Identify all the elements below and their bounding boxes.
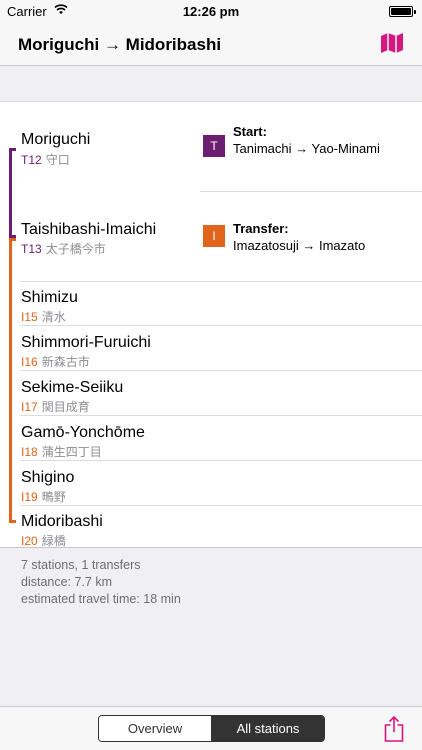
station-code: I18 蒲生四丁目 [21,443,102,460]
station-row[interactable]: Gamō-Yonchōme I18 蒲生四丁目 [0,416,422,461]
station-name: Sekime-Seiiku [21,379,124,396]
station-number: T12 [21,153,42,167]
summary-stations: 7 stations, 1 transfers [21,558,141,572]
station-kanji: 太子橋今市 [45,242,106,256]
station-code: T12 守口 [21,151,70,168]
start-note-text: Tanimachi → Yao-Minami [233,141,380,156]
navigation-bar: Moriguchi → Midoribashi [0,22,422,66]
status-bar: Carrier 12:26 pm [0,0,422,22]
station-name: Taishibashi-Imaichi [21,221,157,238]
station-row[interactable]: Shimmori-Furuichi I16 新森古市 [0,326,422,371]
station-number: I17 [21,400,38,414]
share-icon[interactable] [384,716,404,742]
route-summary: 7 stations, 1 transfers distance: 7.7 km… [21,557,181,608]
station-code: I16 新森古市 [21,353,90,370]
station-name: Shimizu [21,289,78,306]
start-note: Start: Tanimachi → Yao-Minami [233,123,383,157]
station-row[interactable]: Taishibashi-Imaichi T13 太子橋今市 I Transfer:… [0,192,422,282]
battery-icon [389,6,416,17]
summary-distance: distance: 7.7 km [21,575,113,589]
station-list: Moriguchi T12 守口 T Start: Tanimachi → Yao… [0,101,422,548]
view-segmented-control: Overview All stations [98,715,325,742]
start-line-badge: T [203,135,225,157]
station-name: Shimmori-Furuichi [21,334,151,351]
bottom-toolbar: Overview All stations [0,706,422,750]
transfer-note-text: Imazatosuji → Imazato [233,238,366,253]
station-name: Moriguchi [21,131,91,148]
station-code: T13 太子橋今市 [21,240,106,257]
station-number: I15 [21,310,38,324]
start-note-title: Start: [233,124,267,139]
station-kanji: 鴫野 [41,490,66,504]
station-number: I19 [21,490,38,504]
station-name: Gamō-Yonchōme [21,424,145,441]
station-kanji: 清水 [41,310,66,324]
station-number: I16 [21,355,38,369]
transfer-note-title: Transfer: [233,221,289,236]
station-kanji: 守口 [45,153,70,167]
station-kanji: 関目成育 [41,400,90,414]
overview-segment[interactable]: Overview [99,716,212,741]
station-name: Midoribashi [21,513,103,530]
all-stations-segment[interactable]: All stations [212,716,324,741]
section-spacer [0,66,422,101]
station-code: I19 鴫野 [21,488,66,505]
summary-travel-time: estimated travel time: 18 min [21,592,181,606]
station-code: I20 緑橋 [21,532,66,549]
station-kanji: 蒲生四丁目 [41,445,102,459]
station-kanji: 緑橋 [41,534,66,548]
station-row[interactable]: Sekime-Seiiku I17 関目成育 [0,371,422,416]
station-row[interactable]: Shigino I19 鴫野 [0,461,422,506]
transfer-line-badge: I [203,225,225,247]
route-title: Moriguchi → Midoribashi [18,35,222,54]
transfer-note: Transfer: Imazatosuji → Imazato [233,220,413,254]
station-row[interactable]: Midoribashi I20 緑橋 [0,506,422,549]
station-number: I18 [21,445,38,459]
station-code: I17 関目成育 [21,398,90,415]
clock: 12:26 pm [182,4,240,19]
station-name: Shigino [21,469,75,486]
station-row[interactable]: Moriguchi T12 守口 T Start: Tanimachi → Yao… [0,102,422,192]
station-row[interactable]: Shimizu I15 清水 [0,282,422,326]
station-kanji: 新森古市 [41,355,90,369]
station-number: I20 [21,534,38,548]
station-code: I15 清水 [21,308,66,325]
station-number: T13 [21,242,42,256]
map-icon[interactable] [380,32,404,54]
